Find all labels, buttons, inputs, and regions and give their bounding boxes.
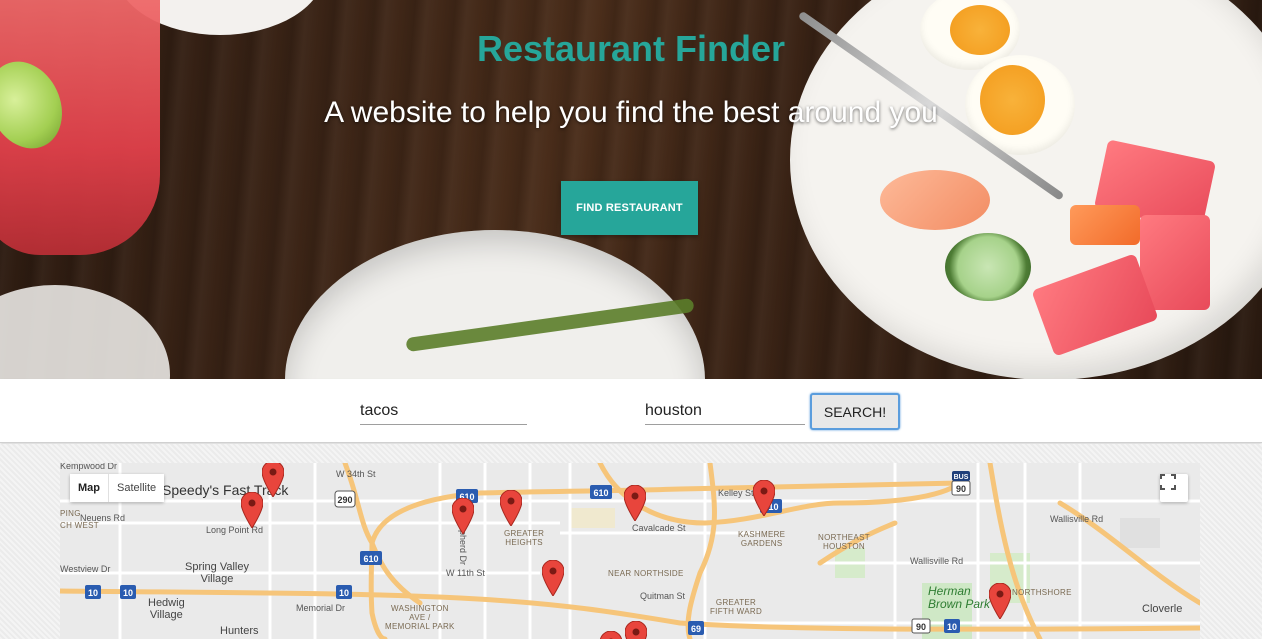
map-label: PING: [60, 509, 81, 518]
highway-shield-bus-text: BUS: [954, 474, 969, 481]
map-marker-pin[interactable]: [500, 490, 522, 526]
map-marker-pin[interactable]: [452, 498, 474, 534]
highway-shield-610-text: 610: [363, 554, 378, 564]
hero-subtitle: A website to help you find the best arou…: [324, 96, 938, 129]
map-label: W 34th St: [336, 469, 376, 479]
hero-image-cucumber: [945, 233, 1031, 301]
map-marker-pin[interactable]: [753, 480, 775, 516]
page-title: Restaurant Finder: [476, 28, 786, 69]
map-label-cloverleaf: Cloverle: [1142, 603, 1183, 615]
map-label: W 11th St: [446, 568, 485, 578]
highway-shield-10-text: 10: [947, 622, 957, 632]
map-label-washington: WASHINGTON AVE / MEMORIAL PARK: [385, 604, 455, 631]
map-label-spring-valley: Spring Valley Village: [185, 561, 249, 585]
map-type-control: Map Satellite: [70, 474, 165, 502]
map-marker-pin[interactable]: [262, 463, 284, 497]
map-marker-pin[interactable]: [989, 583, 1011, 619]
map-label: Wallisville Rd: [1050, 514, 1104, 524]
fullscreen-icon: [1160, 474, 1176, 490]
map-section: 290 610 610 610 610 10 10 10 10 69 90 90…: [0, 444, 1262, 639]
hero-banner: Restaurant Finder A website to help you …: [0, 0, 1262, 379]
highway-shield-90-text: 90: [956, 484, 966, 494]
map-type-map-button[interactable]: Map: [70, 474, 108, 502]
highway-shield-10-text: 10: [123, 588, 133, 598]
fullscreen-button[interactable]: [1160, 474, 1188, 502]
map-label-hunters: Hunters: [220, 625, 259, 637]
map-marker-pin[interactable]: [542, 560, 564, 596]
hero-image-salmon: [1070, 205, 1140, 245]
map-label: Neuens Rd: [80, 513, 126, 523]
find-restaurant-button[interactable]: FIND RESTAURANT: [561, 181, 698, 235]
map-type-satellite-button[interactable]: Satellite: [108, 474, 165, 502]
highway-shield-10-text: 10: [88, 588, 98, 598]
highway-shield-69-text: 69: [691, 624, 701, 634]
map-label-herman-brown-park: Herman Brown Park: [928, 584, 991, 611]
map-marker-pin[interactable]: [241, 492, 263, 528]
highway-shield-90-text: 90: [916, 622, 926, 632]
search-term-input[interactable]: [360, 397, 527, 425]
search-bar: SEARCH!: [0, 379, 1262, 443]
map-label-hedwig: Hedwig Village: [148, 597, 185, 621]
map-marker-pin[interactable]: [600, 631, 622, 639]
highway-shield-610-text: 610: [593, 488, 608, 498]
map-label: Kelley St: [718, 488, 754, 498]
map-label-greater-fifth-ward: GREATER FIFTH WARD: [710, 598, 763, 616]
map-area: [570, 508, 615, 528]
search-button[interactable]: SEARCH!: [810, 393, 900, 430]
map[interactable]: 290 610 610 610 610 10 10 10 10 69 90 90…: [60, 463, 1200, 639]
map-label: Wallisville Rd: [910, 556, 964, 566]
location-input[interactable]: [645, 397, 805, 425]
map-label: Cavalcade St: [632, 523, 686, 533]
map-label-kashmere-gardens: KASHMERE GARDENS: [738, 530, 786, 548]
map-label-northeast-houston: NORTHEAST HOUSTON: [818, 533, 870, 551]
map-marker-pin[interactable]: [625, 621, 647, 639]
map-area: [1120, 518, 1160, 548]
highway-shield-290-text: 290: [337, 495, 352, 505]
map-label-greater-heights: GREATER HEIGHTS: [504, 529, 545, 547]
map-label: Westview Dr: [60, 564, 111, 574]
hero-image-salmon: [880, 170, 990, 230]
map-label: Kempwood Dr: [60, 463, 118, 471]
map-label-near-northside: NEAR NORTHSIDE: [608, 569, 684, 578]
map-label-northshore: NORTHSHORE: [1012, 588, 1072, 597]
map-marker-pin[interactable]: [624, 485, 646, 521]
map-highway-290: [342, 463, 423, 606]
highway-shield-10-text: 10: [339, 588, 349, 598]
map-label: Memorial Dr: [296, 603, 346, 613]
map-label: Quitman St: [640, 591, 686, 601]
